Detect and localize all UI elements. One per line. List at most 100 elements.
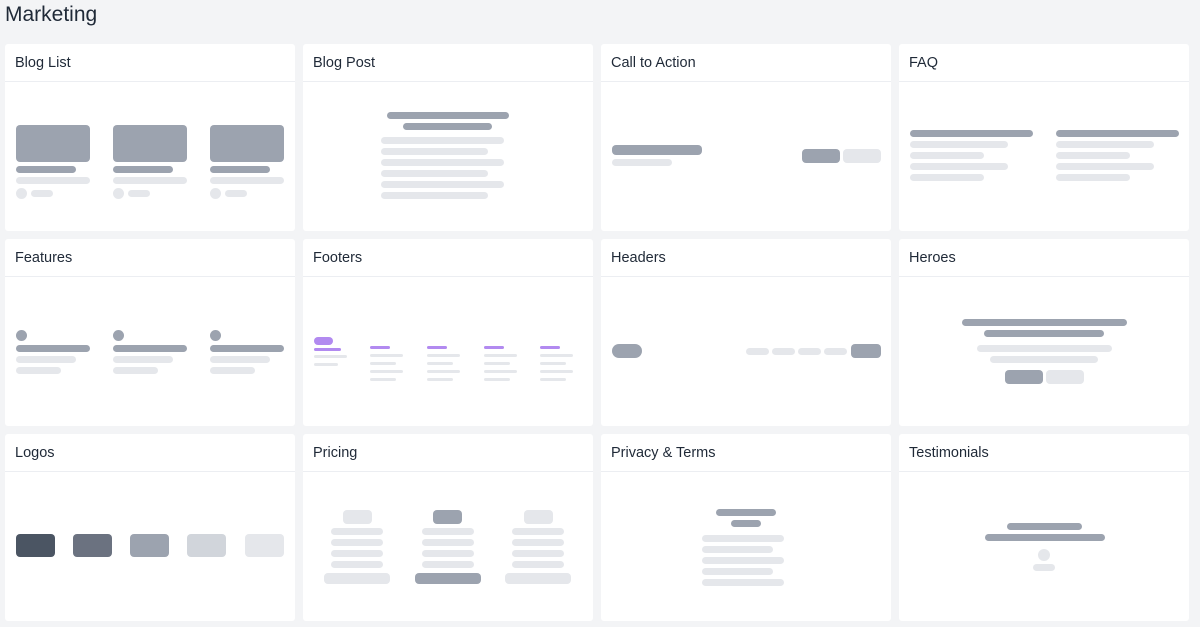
card-blog-list[interactable]: Blog List [5, 44, 295, 231]
skeleton-placeholder [210, 356, 270, 363]
card-footers[interactable]: Footers [303, 239, 593, 426]
skeleton-placeholder [113, 125, 187, 162]
skeleton-placeholder [210, 125, 284, 162]
card-title: Pricing [303, 434, 593, 472]
skeleton-placeholder [612, 145, 702, 155]
skeleton-placeholder [484, 362, 510, 365]
card-title: FAQ [899, 44, 1189, 82]
skeleton-placeholder [210, 166, 270, 173]
skeleton-placeholder [427, 378, 453, 381]
skeleton-placeholder [702, 579, 784, 586]
blog-post-preview [303, 82, 593, 231]
skeleton-placeholder [343, 510, 372, 524]
skeleton-placeholder [16, 345, 90, 352]
skeleton-placeholder [910, 130, 1033, 137]
card-title: Call to Action [601, 44, 891, 82]
skeleton-placeholder [130, 534, 169, 557]
footers-preview [303, 277, 593, 426]
skeleton-placeholder [540, 362, 566, 365]
skeleton-placeholder [1038, 549, 1050, 561]
skeleton-placeholder [187, 534, 226, 557]
card-call-to-action[interactable]: Call to Action [601, 44, 891, 231]
card-heroes[interactable]: Heroes [899, 239, 1189, 426]
skeleton-placeholder [210, 345, 284, 352]
card-blog-post[interactable]: Blog Post [303, 44, 593, 231]
skeleton-placeholder [113, 330, 124, 341]
skeleton-placeholder [990, 356, 1098, 363]
skeleton-placeholder [746, 348, 769, 355]
skeleton-placeholder [381, 159, 504, 166]
skeleton-placeholder [484, 346, 504, 349]
call-to-action-preview [601, 82, 891, 231]
skeleton-placeholder [540, 346, 560, 349]
skeleton-placeholder [612, 344, 642, 358]
skeleton-placeholder [1056, 141, 1154, 148]
skeleton-placeholder [381, 181, 504, 188]
card-title: Blog List [5, 44, 295, 82]
skeleton-placeholder [1033, 564, 1055, 571]
skeleton-placeholder [512, 561, 564, 568]
pricing-preview [303, 472, 593, 621]
card-privacy-terms[interactable]: Privacy & Terms [601, 434, 891, 621]
skeleton-placeholder [422, 539, 474, 546]
skeleton-placeholder [210, 367, 255, 374]
skeleton-placeholder [802, 149, 840, 163]
skeleton-placeholder [702, 568, 773, 575]
skeleton-placeholder [381, 170, 488, 177]
blog-list-preview [5, 82, 295, 231]
skeleton-placeholder [16, 356, 76, 363]
skeleton-placeholder [113, 177, 187, 184]
card-features[interactable]: Features [5, 239, 295, 426]
skeleton-placeholder [324, 573, 390, 584]
skeleton-placeholder [702, 557, 784, 564]
skeleton-placeholder [16, 166, 76, 173]
skeleton-placeholder [540, 378, 566, 381]
skeleton-placeholder [910, 163, 1008, 170]
skeleton-placeholder [524, 510, 553, 524]
skeleton-placeholder [798, 348, 821, 355]
skeleton-placeholder [73, 534, 112, 557]
skeleton-placeholder [16, 188, 27, 199]
card-title: Blog Post [303, 44, 593, 82]
skeleton-placeholder [427, 346, 447, 349]
skeleton-placeholder [910, 152, 984, 159]
skeleton-placeholder [16, 125, 90, 162]
card-pricing[interactable]: Pricing [303, 434, 593, 621]
skeleton-placeholder [484, 354, 517, 357]
skeleton-placeholder [381, 137, 504, 144]
skeleton-placeholder [540, 354, 573, 357]
skeleton-placeholder [1056, 174, 1130, 181]
skeleton-placeholder [128, 190, 150, 197]
skeleton-placeholder [370, 378, 396, 381]
card-headers[interactable]: Headers [601, 239, 891, 426]
skeleton-placeholder [381, 192, 488, 199]
skeleton-placeholder [415, 573, 481, 584]
skeleton-placeholder [1056, 152, 1130, 159]
card-testimonials[interactable]: Testimonials [899, 434, 1189, 621]
skeleton-placeholder [113, 367, 158, 374]
logos-preview [5, 472, 295, 621]
skeleton-placeholder [422, 561, 474, 568]
skeleton-placeholder [113, 188, 124, 199]
skeleton-placeholder [387, 112, 509, 119]
skeleton-placeholder [210, 188, 221, 199]
skeleton-placeholder [381, 148, 488, 155]
skeleton-placeholder [427, 354, 460, 357]
skeleton-placeholder [484, 378, 510, 381]
card-logos[interactable]: Logos [5, 434, 295, 621]
skeleton-placeholder [716, 509, 776, 516]
skeleton-placeholder [962, 319, 1127, 326]
skeleton-placeholder [851, 344, 881, 358]
headers-preview [601, 277, 891, 426]
skeleton-placeholder [1005, 370, 1043, 384]
component-grid: Blog List Blog Post Call to Action FAQ F… [5, 44, 1189, 621]
skeleton-placeholder [540, 370, 573, 373]
faq-preview [899, 82, 1189, 231]
skeleton-placeholder [16, 367, 61, 374]
card-faq[interactable]: FAQ [899, 44, 1189, 231]
skeleton-placeholder [113, 356, 173, 363]
card-title: Testimonials [899, 434, 1189, 472]
skeleton-placeholder [422, 550, 474, 557]
skeleton-placeholder [512, 528, 564, 535]
skeleton-placeholder [1056, 163, 1154, 170]
